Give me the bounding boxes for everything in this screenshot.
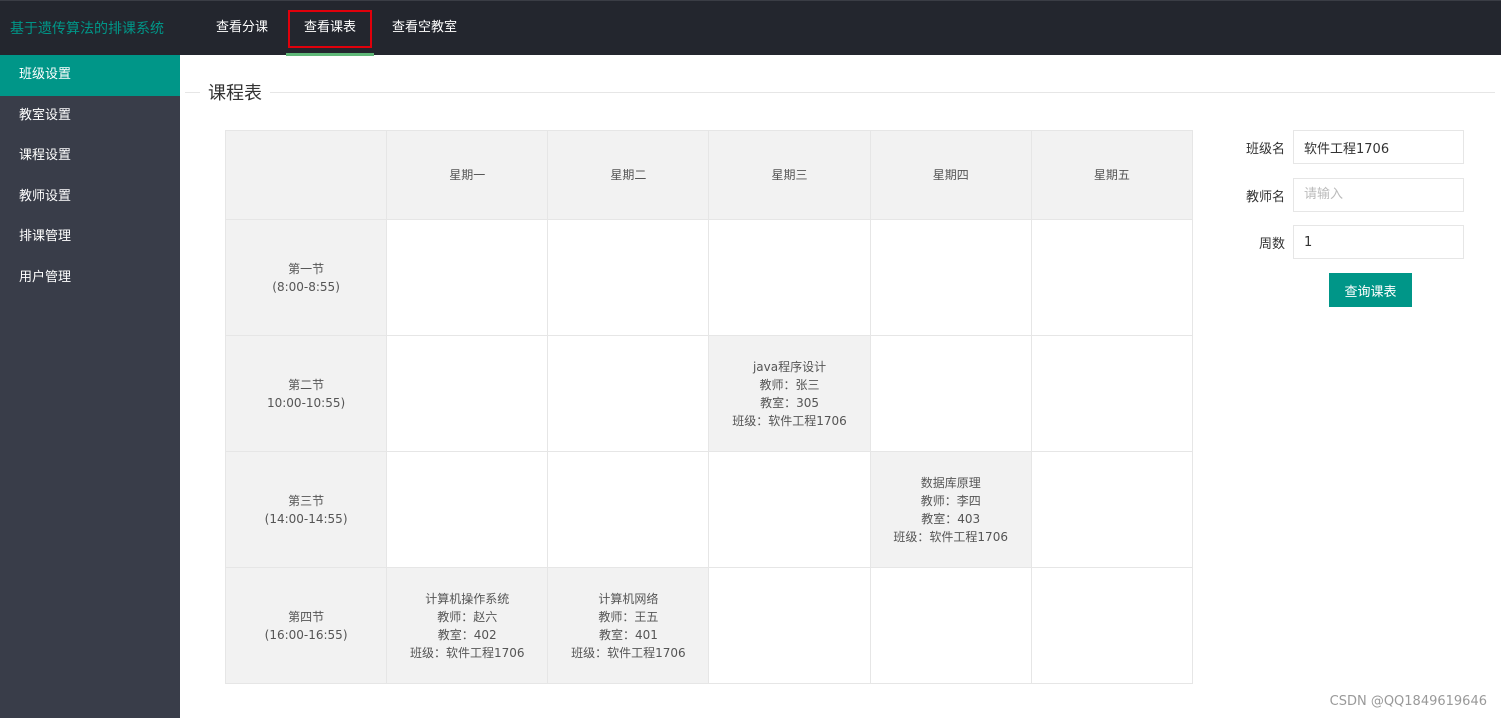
timetable-cell (1030, 219, 1194, 336)
top-nav: 查看分课 查看课表 查看空教室 (198, 1, 475, 56)
timetable-cell (708, 451, 871, 568)
course-course: 计算机操作系统 (425, 591, 510, 606)
course-teacher: 教师：王五 (598, 609, 659, 624)
period-cell: 第四节 (16:00-16:55) (224, 567, 388, 684)
timetable-cell (547, 451, 710, 568)
period-name: 第四节 (288, 609, 325, 624)
query-timetable-button[interactable]: 查询课表 (1329, 273, 1412, 307)
period-time: (16:00-16:55) (264, 627, 348, 642)
teacher-name-input[interactable] (1293, 177, 1464, 212)
course-room: 教室：403 (921, 511, 981, 526)
period-name: 第三节 (288, 493, 325, 508)
sidebar-item-scheduling[interactable]: 排课管理 (0, 217, 180, 258)
period-cell: 第二节 10:00-10:55) (224, 335, 388, 452)
timetable-cell (547, 219, 710, 336)
timetable: 星期一 星期二 星期三 星期四 星期五第一节 (8:00-8:55) 第二节 10:00-10… (224, 130, 1194, 684)
course-room: 教室：401 (598, 627, 658, 642)
header-corner-cell (224, 130, 388, 220)
section-title: 课程表 (200, 79, 270, 105)
course-teacher: 教师：李四 (920, 493, 981, 508)
table-row: 第一节 (8:00-8:55) (224, 219, 1194, 336)
sidebar-item-user-management[interactable]: 用户管理 (0, 258, 180, 299)
class-row: 班级名 (1230, 130, 1470, 178)
section-divider (185, 92, 1495, 93)
teacher-row: 教师名 (1230, 177, 1470, 226)
day-header-cell: 星期四 (869, 130, 1032, 220)
day-header-cell: 星期一 (386, 130, 549, 220)
period-time: (14:00-14:55) (264, 511, 348, 526)
timetable-cell (1030, 335, 1194, 452)
timetable-cell (869, 567, 1032, 684)
timetable-cell (547, 335, 710, 452)
nav-item-view-timetable[interactable]: 查看课表 (286, 1, 375, 56)
course-cell: 计算机网络教师：王五教室：401 班级：软件工程1706 (547, 567, 710, 684)
nav-item-view-free-classrooms[interactable]: 查看空教室 (374, 1, 475, 56)
course-class: 班级：软件工程1706 (409, 645, 525, 660)
class-name-input[interactable] (1293, 130, 1464, 164)
nav-item-view-course-assignment[interactable]: 查看分课 (198, 1, 286, 56)
timetable-cell (1030, 451, 1194, 568)
app-title[interactable]: 基于遗传算法的排课系统 (10, 18, 164, 38)
class-label: 班级名 (1245, 142, 1285, 157)
course-course: 数据库原理 (920, 475, 981, 490)
timetable-cell (386, 335, 549, 452)
course-cell: 计算机操作系统 教师：赵六教室：402 班级：软件工程1706 (386, 567, 549, 684)
course-room: 教室：402 (437, 627, 497, 642)
timetable-header-row: 星期一 星期二 星期三 星期四 星期五 (224, 130, 1194, 220)
course-course: 计算机网络 (598, 591, 659, 606)
timetable-cell (869, 335, 1032, 452)
timetable-cell (1030, 567, 1194, 684)
week-row: 周数 (1230, 225, 1470, 273)
day-header-cell: 星期三 (708, 130, 871, 220)
timetable-cell (869, 219, 1032, 336)
period-cell: 第三节 (14:00-14:55) (224, 451, 388, 568)
course-cell: java程序设计 教师：张三教室：305 班级：软件工程1706 (708, 335, 871, 452)
course-class: 班级：软件工程1706 (893, 529, 1008, 544)
course-class: 班级：软件工程1706 (732, 413, 847, 428)
timetable-cell (708, 219, 871, 336)
week-label: 周数 (1258, 237, 1285, 252)
course-cell: 数据库原理教师：李四教室：403 班级：软件工程1706 (869, 451, 1032, 568)
query-form: 班级名 教师名 周数 查询课表 (1230, 130, 1470, 307)
table-row: 第三节 (14:00-14:55) 数据库原理教师：李四教室：403 班级：软件工程1… (224, 451, 1194, 568)
period-time: (8:00-8:55) (272, 279, 340, 294)
period-time: 10:00-10:55) (266, 395, 346, 410)
table-row: 第四节 (16:00-16:55) 计算机操作系统 教师：赵六教室：402 班级：软件工… (224, 567, 1194, 684)
day-header-cell: 星期二 (547, 130, 710, 220)
day-header-cell: 星期五 (1030, 130, 1194, 220)
timetable-cell (386, 219, 549, 336)
course-room: 教室：305 (760, 395, 819, 410)
highlight-box (288, 10, 373, 48)
watermark: CSDN @QQ1849619646 (1329, 694, 1487, 709)
timetable-cell (386, 451, 549, 568)
top-header: 基于遗传算法的排课系统 查看分课 查看课表 查看空教室 (0, 0, 1501, 56)
teacher-label: 教师名 (1245, 189, 1285, 205)
course-class: 班级：软件工程1706 (571, 645, 686, 660)
sidebar-item-class-settings[interactable]: 班级设置 (0, 55, 180, 96)
course-course: java程序设计 (752, 359, 827, 374)
course-teacher: 教师：赵六 (437, 609, 498, 624)
sidebar-item-teacher-settings[interactable]: 教师设置 (0, 177, 180, 218)
period-name: 第一节 (288, 261, 325, 276)
period-name: 第二节 (288, 377, 325, 392)
week-number-input[interactable] (1293, 225, 1464, 259)
period-cell: 第一节 (8:00-8:55) (224, 219, 388, 336)
table-row: 第二节 10:00-10:55) java程序设计 教师：张三教室：305 班级：软件工… (224, 335, 1194, 452)
sidebar-item-course-settings[interactable]: 课程设置 (0, 136, 180, 177)
course-teacher: 教师：张三 (759, 377, 820, 392)
timetable-cell (708, 567, 871, 684)
main-content: 课程表 星期一 星期二 星期三 星期四 星期五第一节 (8:00-8:55) 第二节 10:0… (180, 55, 1501, 718)
sidebar: 班级设置 教室设置 课程设置 教师设置 排课管理 用户管理 (0, 55, 180, 718)
sidebar-item-classroom-settings[interactable]: 教室设置 (0, 96, 180, 137)
